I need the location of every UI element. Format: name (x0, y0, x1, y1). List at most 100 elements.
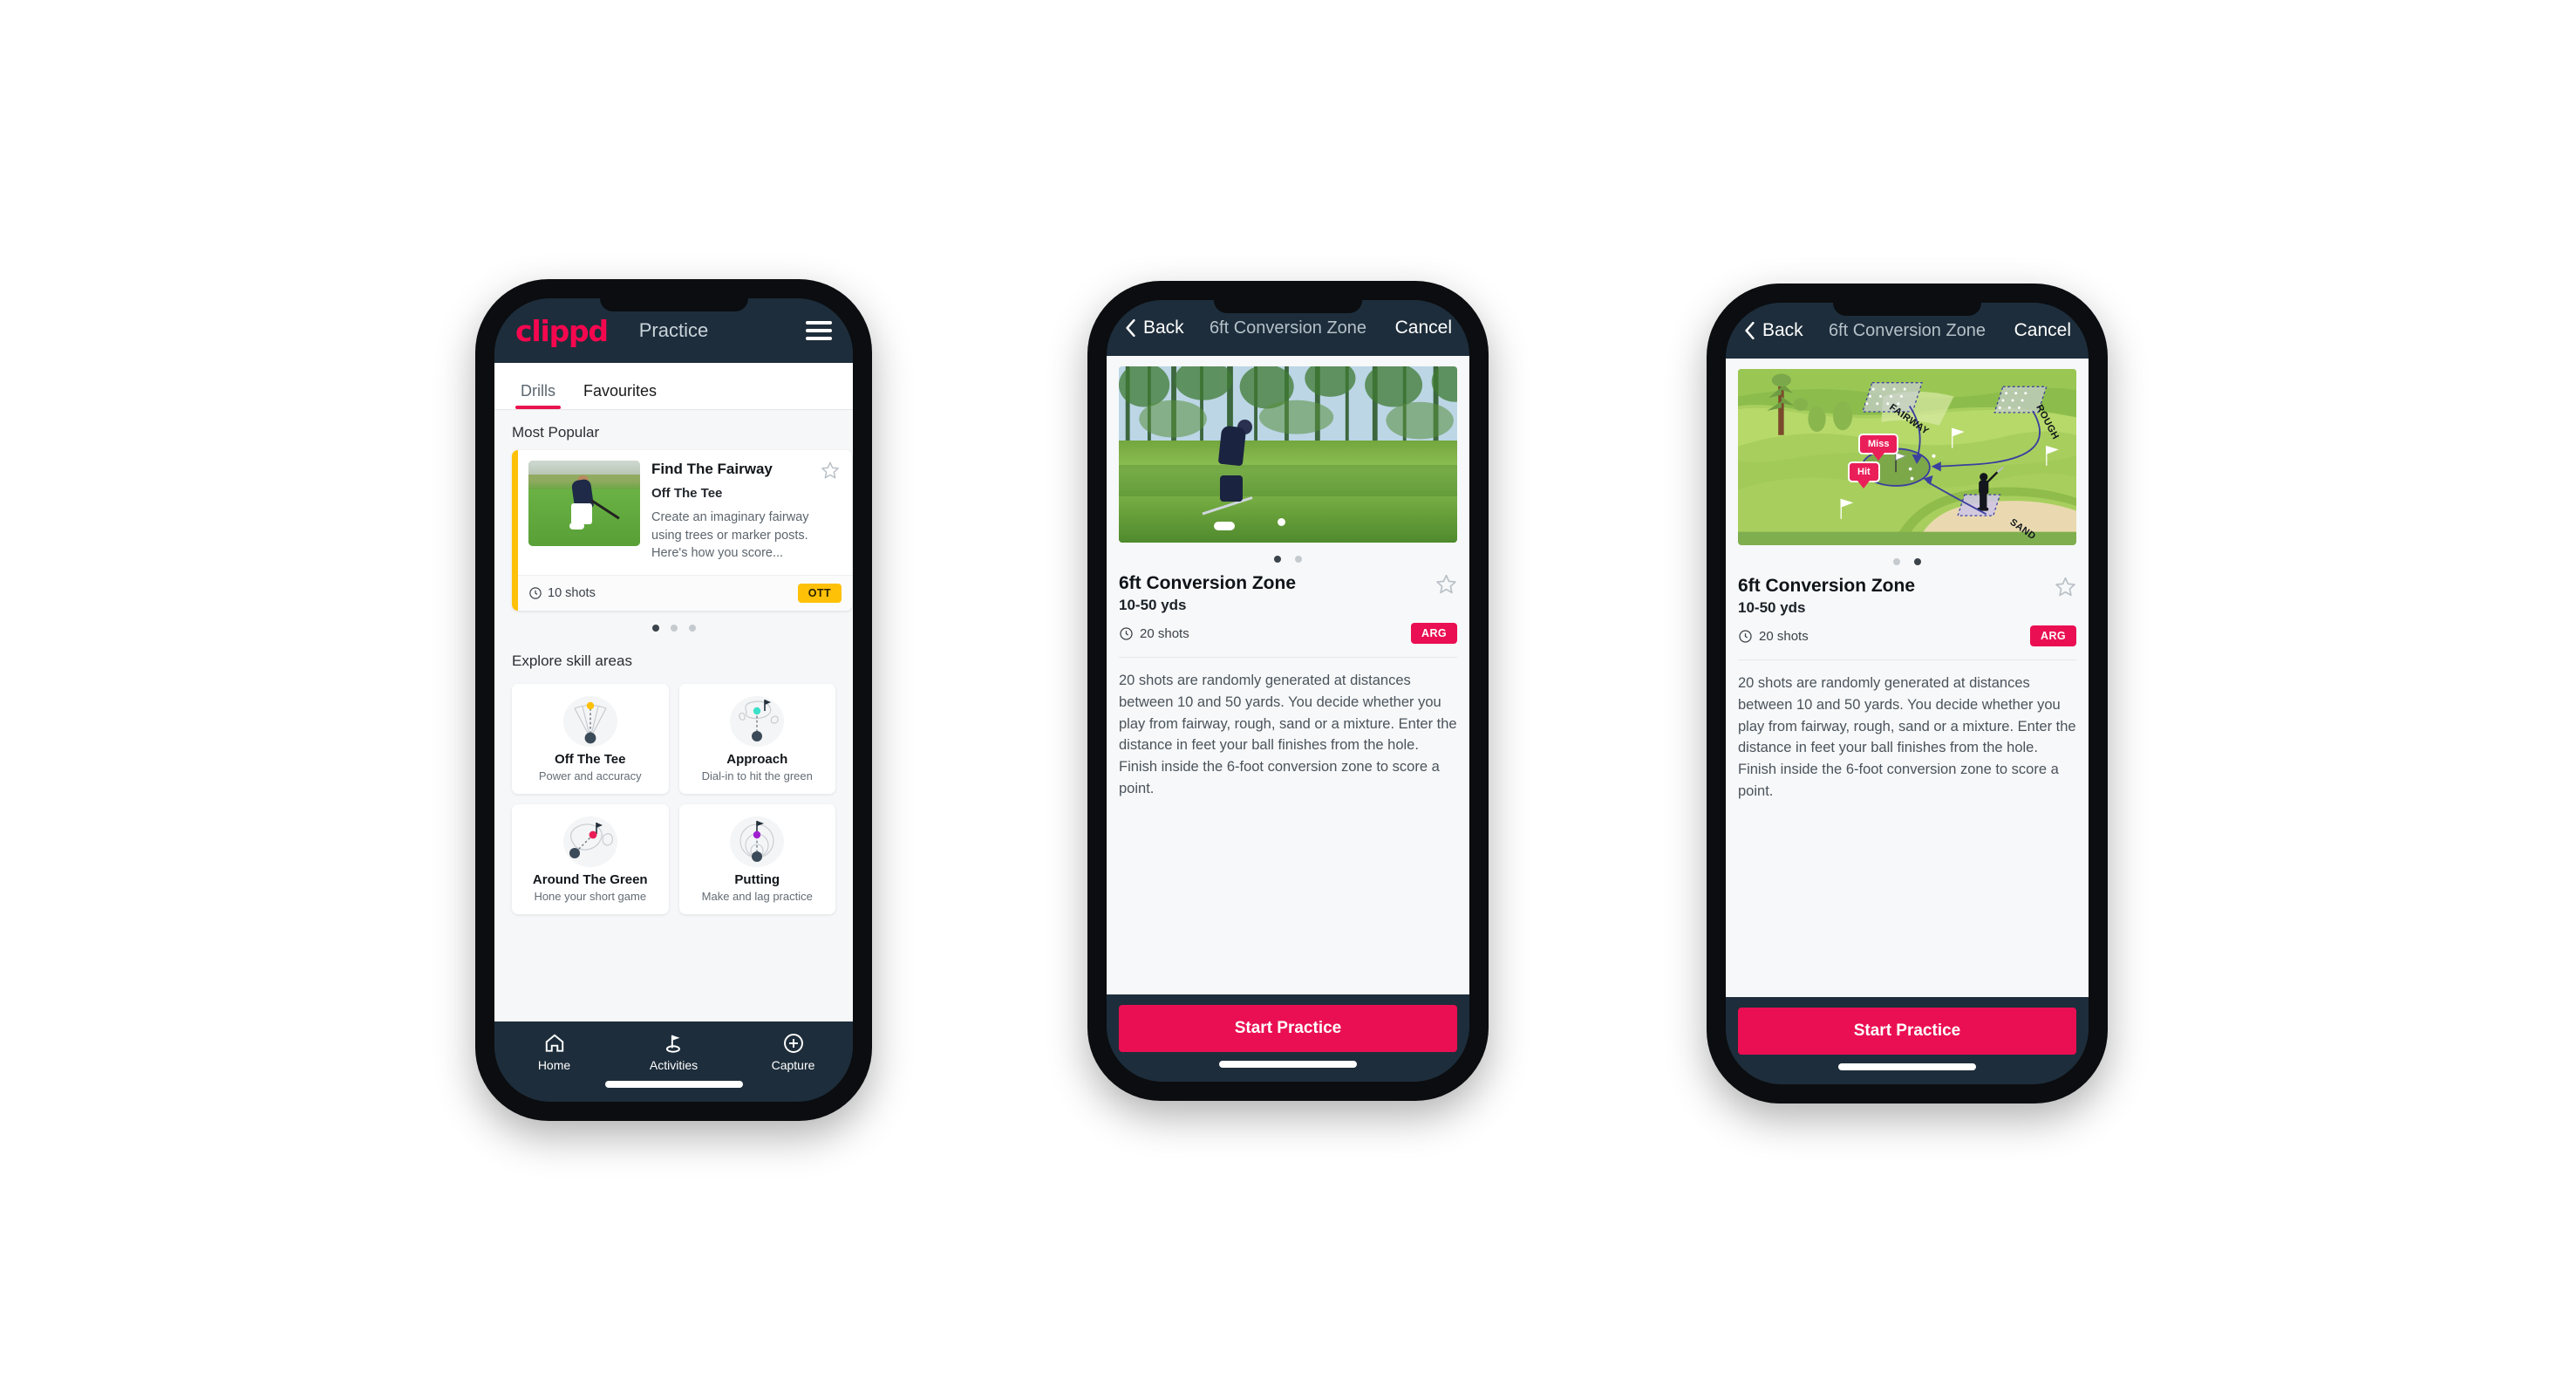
drill-description: 20 shots are randomly generated at dista… (1119, 673, 1457, 796)
tabbar-item-home[interactable]: Home (494, 1032, 614, 1072)
content-scroll-area[interactable]: Most Popular Find The Fairway Off The Te… (494, 410, 853, 1021)
drill-description: Create an imaginary fairway using trees … (651, 510, 809, 561)
drill-media-photo[interactable] (1119, 366, 1457, 543)
skill-desc: Dial-in to hit the green (701, 769, 813, 782)
golfer-legs (1220, 475, 1244, 502)
plus-circle-icon (783, 1034, 803, 1053)
drill-media-course-diagram[interactable]: FAIRWAY ROUGH SAND Miss Hit (1738, 369, 2076, 545)
skill-card-approach[interactable]: Approach Dial-in to hit the green (678, 683, 835, 794)
skill-card-around-the-green[interactable]: Around The Green Hone your short game (512, 803, 669, 914)
drill-shots: 20 shots (1738, 629, 1809, 644)
phone-mockup-drill-detail-diagram: Back 6ft Conversion Zone Cancel FAIRWAY … (1707, 284, 2108, 1103)
drill-meta-row: 20 shots ARG (1119, 623, 1457, 644)
drill-shots: 10 shots (528, 586, 596, 600)
hamburger-menu-icon[interactable] (806, 321, 832, 340)
section-explore-label: Explore skill areas (512, 652, 632, 669)
media-dot-1[interactable] (1893, 558, 1900, 565)
drill-shots: 20 shots (1119, 626, 1189, 641)
drill-text-block: Find The Fairway Off The Tee Create an i… (651, 461, 842, 563)
media-dot-2[interactable] (1914, 558, 1921, 565)
trees-backdrop (1119, 366, 1457, 451)
drill-card-body: Find The Fairway Off The Tee Create an i… (518, 450, 852, 575)
phone-notch (1214, 300, 1362, 313)
skill-areas-grid: Off The Tee Power and accuracy Approach … (494, 679, 853, 928)
tabbar-label-home: Home (537, 1058, 571, 1072)
drill-header: 6ft Conversion Zone 10-50 yds (1738, 576, 2076, 617)
bottom-tab-bar: Home Activities Capture (494, 1021, 853, 1102)
putting-icon (727, 816, 787, 867)
start-practice-button[interactable]: Start Practice (1738, 1008, 2076, 1055)
star-outline-icon[interactable] (2049, 576, 2076, 602)
section-most-popular-label: Most Popular (512, 424, 600, 441)
star-outline-icon[interactable] (1430, 573, 1457, 599)
drill-shots-label: 10 shots (548, 585, 596, 600)
zone-sand (1957, 494, 2001, 516)
drill-title: 6ft Conversion Zone (1738, 576, 1916, 596)
media-dot-2[interactable] (1295, 556, 1302, 563)
miss-marker: Miss (1858, 434, 1899, 454)
off-the-tee-icon (561, 695, 620, 747)
tabbar-item-activities[interactable]: Activities (614, 1032, 733, 1072)
divider (1119, 657, 1457, 658)
clock-icon (529, 587, 542, 599)
tab-strip: Drills Favourites (494, 363, 853, 410)
phone1-screen: clippd Practice Drills Favourites Most P… (494, 298, 853, 1102)
skill-name: Off The Tee (555, 751, 626, 767)
carousel-dot-2[interactable] (670, 624, 678, 632)
carousel-dot-3[interactable] (688, 624, 696, 632)
drill-category-chip: ARG (2030, 625, 2076, 646)
detail-content: FAIRWAY ROUGH SAND Miss Hit 6ft Conversi… (1726, 359, 2089, 997)
home-indicator (1838, 1063, 1976, 1070)
skill-desc: Power and accuracy (538, 769, 642, 782)
phone3-screen: Back 6ft Conversion Zone Cancel FAIRWAY … (1726, 303, 2089, 1084)
home-indicator (604, 1081, 743, 1088)
skill-desc: Make and lag practice (701, 889, 813, 903)
phone-mockup-practice-list: clippd Practice Drills Favourites Most P… (475, 279, 872, 1121)
carousel-dot-1[interactable] (651, 624, 659, 632)
golf-flag-icon (665, 1035, 680, 1053)
phone2-screen: Back 6ft Conversion Zone Cancel 6ft Conv… (1107, 300, 1469, 1082)
golfer-shoe (1213, 521, 1235, 530)
skill-card-off-the-tee[interactable]: Off The Tee Power and accuracy (512, 683, 669, 794)
back-button[interactable]: Back (1124, 318, 1184, 338)
tab-drills[interactable]: Drills (507, 382, 569, 409)
around-the-green-icon (561, 816, 620, 867)
home-icon (545, 1034, 563, 1052)
back-label: Back (1143, 318, 1184, 338)
skill-desc: Hone your short game (534, 889, 647, 903)
drill-title: Find The Fairway (651, 461, 773, 477)
cta-container: Start Practice (1726, 997, 2089, 1084)
drill-category-chip: ARG (1411, 623, 1457, 644)
skill-name: Around The Green (532, 871, 648, 887)
tab-favourites[interactable]: Favourites (569, 382, 671, 409)
drill-card-footer: 10 shots OTT (518, 574, 852, 611)
clock-icon (1120, 626, 1133, 640)
media-dot-1[interactable] (1274, 556, 1281, 563)
phone-mockup-drill-detail-photo: Back 6ft Conversion Zone Cancel 6ft Conv… (1087, 281, 1489, 1101)
back-label: Back (1762, 320, 1803, 340)
cancel-button[interactable]: Cancel (2014, 320, 2071, 341)
start-practice-button[interactable]: Start Practice (1119, 1005, 1457, 1052)
hit-marker: Hit (1848, 461, 1880, 482)
carousel-dots[interactable] (494, 611, 853, 639)
drill-subtitle: Off The Tee (651, 486, 723, 501)
back-button[interactable]: Back (1743, 320, 1803, 341)
cancel-button[interactable]: Cancel (1395, 318, 1452, 338)
skill-card-putting[interactable]: Putting Make and lag practice (678, 803, 835, 914)
drill-carousel[interactable]: Find The Fairway Off The Tee Create an i… (494, 450, 853, 611)
skill-name: Putting (734, 871, 780, 887)
media-carousel-dots[interactable] (1119, 543, 1457, 573)
drill-card-find-the-fairway[interactable]: Find The Fairway Off The Tee Create an i… (512, 450, 852, 611)
star-outline-icon[interactable] (815, 461, 840, 484)
drill-thumbnail (528, 461, 640, 546)
tabbar-label-capture: Capture (771, 1058, 815, 1072)
screenshot-stage: clippd Practice Drills Favourites Most P… (0, 0, 2576, 1387)
drill-range: 10-50 yds (1119, 597, 1187, 613)
phone-notch (599, 298, 748, 311)
tabbar-item-capture[interactable]: Capture (733, 1032, 853, 1072)
media-carousel-dots[interactable] (1738, 545, 2076, 576)
drill-description: 20 shots are randomly generated at dista… (1738, 675, 2076, 799)
skill-name: Approach (726, 751, 788, 767)
chevron-left-icon (1126, 318, 1135, 338)
clippd-logo[interactable]: clippd (515, 314, 609, 348)
